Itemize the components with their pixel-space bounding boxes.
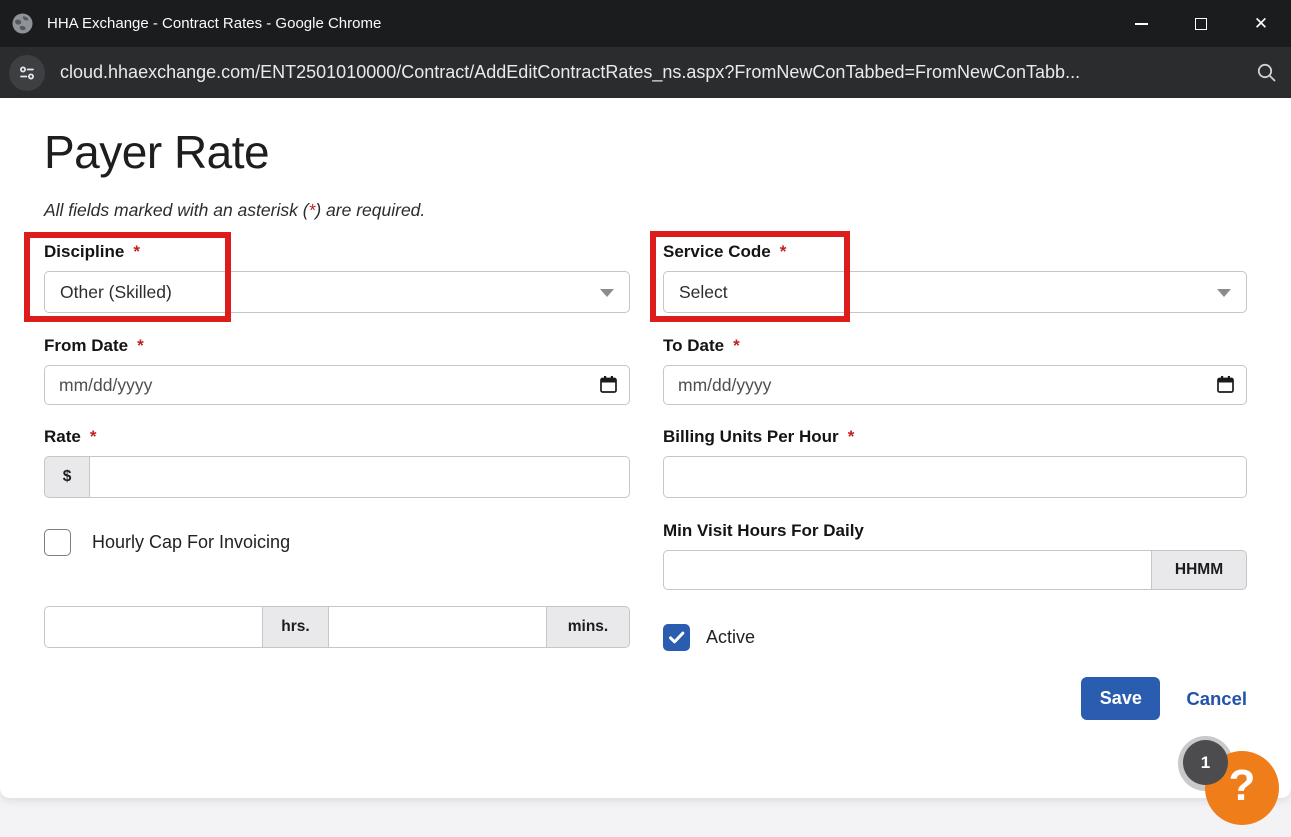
question-mark-icon: ? bbox=[1229, 761, 1256, 811]
discipline-field: Discipline* Other (Skilled) bbox=[44, 242, 630, 313]
hourly-cap-checkbox[interactable] bbox=[44, 529, 71, 556]
url-text[interactable]: cloud.hhaexchange.com/ENT2501010000/Cont… bbox=[60, 62, 1247, 83]
checkmark-icon bbox=[667, 628, 686, 647]
required-asterisk: * bbox=[780, 242, 787, 261]
service-code-selected-value: Select bbox=[679, 282, 728, 303]
cap-hours-input[interactable] bbox=[44, 606, 263, 648]
close-icon: ✕ bbox=[1254, 15, 1268, 32]
from-date-field: From Date* bbox=[44, 336, 630, 405]
dollar-prefix: $ bbox=[44, 456, 90, 498]
service-code-select[interactable]: Select bbox=[663, 271, 1247, 313]
service-code-label: Service Code* bbox=[663, 242, 1247, 262]
url-bar: cloud.hhaexchange.com/ENT2501010000/Cont… bbox=[0, 47, 1291, 98]
required-asterisk: * bbox=[90, 427, 97, 446]
page-title: Payer Rate bbox=[44, 124, 1247, 180]
discipline-select[interactable]: Other (Skilled) bbox=[44, 271, 630, 313]
from-date-input[interactable] bbox=[44, 365, 630, 405]
rate-label: Rate* bbox=[44, 427, 630, 447]
billing-units-label: Billing Units Per Hour* bbox=[663, 427, 1247, 447]
billing-units-input[interactable] bbox=[663, 456, 1247, 498]
active-checkbox[interactable] bbox=[663, 624, 690, 651]
hourly-cap-duration-field: hrs. mins. bbox=[44, 606, 630, 651]
from-date-label: From Date* bbox=[44, 336, 630, 356]
notification-badge[interactable]: 1 bbox=[1183, 740, 1228, 785]
globe-favicon-icon bbox=[11, 12, 34, 35]
minimize-button[interactable] bbox=[1111, 0, 1171, 47]
min-visit-field: Min Visit Hours For Daily HHMM bbox=[663, 521, 1247, 590]
zoom-search-icon[interactable] bbox=[1255, 61, 1278, 84]
required-fields-note: All fields marked with an asterisk (*) a… bbox=[44, 200, 1247, 222]
hrs-suffix: hrs. bbox=[263, 606, 329, 648]
hhmm-suffix: HHMM bbox=[1152, 550, 1247, 590]
min-visit-label: Min Visit Hours For Daily bbox=[663, 521, 1247, 541]
close-button[interactable]: ✕ bbox=[1231, 0, 1291, 47]
required-asterisk: * bbox=[848, 427, 855, 446]
discipline-selected-value: Other (Skilled) bbox=[60, 282, 172, 303]
rate-input[interactable] bbox=[90, 456, 630, 498]
hourly-cap-label: Hourly Cap For Invoicing bbox=[92, 532, 290, 553]
chevron-down-icon bbox=[1217, 289, 1231, 297]
to-date-field: To Date* bbox=[663, 336, 1247, 405]
chevron-down-icon bbox=[600, 289, 614, 297]
form-actions: Save Cancel bbox=[44, 677, 1247, 720]
discipline-label: Discipline* bbox=[44, 242, 630, 262]
window-title: HHA Exchange - Contract Rates - Google C… bbox=[47, 15, 381, 32]
billing-units-field: Billing Units Per Hour* bbox=[663, 427, 1247, 498]
required-asterisk: * bbox=[133, 242, 140, 261]
maximize-icon bbox=[1195, 18, 1207, 30]
save-button[interactable]: Save bbox=[1081, 677, 1160, 720]
service-code-field: Service Code* Select bbox=[663, 242, 1247, 313]
window-controls: ✕ bbox=[1111, 0, 1291, 47]
required-asterisk: * bbox=[733, 336, 740, 355]
to-date-input[interactable] bbox=[663, 365, 1247, 405]
page-content: Payer Rate All fields marked with an ast… bbox=[0, 98, 1291, 798]
required-asterisk: * bbox=[137, 336, 144, 355]
cap-mins-input[interactable] bbox=[329, 606, 547, 648]
rate-field: Rate* $ bbox=[44, 427, 630, 498]
maximize-button[interactable] bbox=[1171, 0, 1231, 47]
site-settings-icon[interactable] bbox=[9, 55, 45, 91]
to-date-label: To Date* bbox=[663, 336, 1247, 356]
window-titlebar: HHA Exchange - Contract Rates - Google C… bbox=[0, 0, 1291, 47]
min-visit-input[interactable] bbox=[663, 550, 1152, 590]
active-label: Active bbox=[706, 627, 755, 648]
mins-suffix: mins. bbox=[547, 606, 630, 648]
active-field: Active bbox=[663, 606, 1247, 651]
hourly-cap-field: Hourly Cap For Invoicing bbox=[44, 521, 630, 590]
cancel-link[interactable]: Cancel bbox=[1186, 688, 1247, 710]
minimize-icon bbox=[1135, 23, 1148, 25]
